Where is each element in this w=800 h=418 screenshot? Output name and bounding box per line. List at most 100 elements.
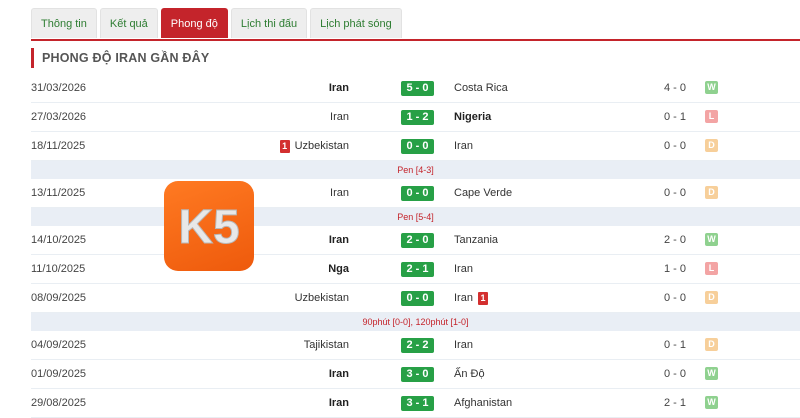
score-badge[interactable]: 2 - 2 bbox=[401, 338, 434, 353]
home-team-name[interactable]: Iran bbox=[329, 74, 349, 102]
red-card-badge: 1 bbox=[279, 139, 290, 153]
score-badge[interactable]: 5 - 0 bbox=[401, 81, 434, 96]
match-list: 31/03/2026 Iran 5 - 0 Costa Rica 4 - 0 W 27/03… bbox=[31, 74, 800, 418]
half-time-score: 0 - 1 bbox=[664, 111, 687, 123]
half-time-score: 0 - 0 bbox=[664, 368, 687, 380]
away-team[interactable]: Cape Verde bbox=[454, 179, 512, 207]
home-team[interactable]: Iran bbox=[329, 226, 349, 254]
tab-1[interactable]: Kết quả bbox=[99, 8, 158, 38]
half-time-score: 4 - 0 bbox=[664, 82, 687, 94]
tab-bar: Thông tin Kết quả Phong độ Lịch thi đấu Lịch… bbox=[31, 8, 402, 39]
away-team[interactable]: Nigeria bbox=[454, 103, 491, 131]
home-team[interactable]: Iran bbox=[329, 389, 349, 417]
section-title: PHONG ĐỘ IRAN GẦN ĐÂY bbox=[31, 48, 209, 68]
half-time-score: 2 - 0 bbox=[664, 234, 687, 246]
tab-3[interactable]: Lịch thi đấu bbox=[230, 8, 308, 38]
match-note: 90phút [0-0], 120phút [1-0] bbox=[31, 313, 800, 331]
tab-4[interactable]: Lịch phát sóng bbox=[310, 8, 402, 38]
match-date: 29/08/2025 bbox=[31, 397, 87, 409]
half-time-score: 0 - 0 bbox=[664, 187, 687, 199]
home-team[interactable]: 1 Uzbekistan bbox=[275, 132, 349, 160]
result-badge: D bbox=[705, 186, 718, 199]
home-team-name[interactable]: Uzbekistan bbox=[295, 284, 349, 312]
score-badge[interactable]: 2 - 1 bbox=[401, 262, 434, 277]
away-team-name[interactable]: Nigeria bbox=[454, 103, 491, 131]
result-badge: L bbox=[705, 110, 718, 123]
match-note: Pen [4-3] bbox=[31, 161, 800, 179]
away-team-name[interactable]: Iran bbox=[454, 132, 473, 160]
match-date: 27/03/2026 bbox=[31, 111, 87, 123]
away-team-name[interactable]: Afghanistan bbox=[454, 389, 512, 417]
home-team[interactable]: Nga bbox=[328, 255, 349, 283]
away-team[interactable]: Iran bbox=[454, 255, 473, 283]
match-row[interactable]: 31/03/2026 Iran 5 - 0 Costa Rica 4 - 0 W bbox=[31, 74, 800, 103]
k5-logo-text: K5 bbox=[178, 201, 239, 254]
away-team-name[interactable]: Ấn Độ bbox=[454, 360, 485, 388]
home-team[interactable]: Iran bbox=[329, 74, 349, 102]
result-badge: W bbox=[705, 233, 718, 246]
match-date: 11/10/2025 bbox=[31, 263, 86, 275]
home-team[interactable]: Uzbekistan bbox=[295, 284, 349, 312]
home-team-name[interactable]: Iran bbox=[330, 179, 349, 207]
away-team-name[interactable]: Iran bbox=[454, 331, 473, 359]
away-team-name[interactable]: Costa Rica bbox=[454, 74, 508, 102]
score-badge[interactable]: 3 - 1 bbox=[401, 396, 434, 411]
result-badge: D bbox=[705, 291, 718, 304]
match-row[interactable]: 08/09/2025 Uzbekistan 0 - 0 Iran 1 0 - 0 D bbox=[31, 284, 800, 313]
result-badge: D bbox=[705, 139, 718, 152]
home-team[interactable]: Iran bbox=[330, 103, 349, 131]
match-row[interactable]: 04/09/2025 Tajikistan 2 - 2 Iran 0 - 1 D bbox=[31, 331, 800, 360]
home-team-name[interactable]: Tajikistan bbox=[304, 331, 349, 359]
match-note: Pen [5-4] bbox=[31, 208, 800, 226]
away-team[interactable]: Ấn Độ bbox=[454, 360, 485, 388]
match-row[interactable]: 29/08/2025 Iran 3 - 1 Afghanistan 2 - 1 W bbox=[31, 389, 800, 418]
score-badge[interactable]: 1 - 2 bbox=[401, 110, 434, 125]
away-team[interactable]: Afghanistan bbox=[454, 389, 512, 417]
tab-underline bbox=[31, 39, 800, 41]
home-team[interactable]: Tajikistan bbox=[304, 331, 349, 359]
half-time-score: 1 - 0 bbox=[664, 263, 687, 275]
match-row[interactable]: 18/11/2025 1 Uzbekistan 0 - 0 Iran 0 - 0 D bbox=[31, 132, 800, 161]
result-badge: W bbox=[705, 396, 718, 409]
home-team-name[interactable]: Nga bbox=[328, 255, 349, 283]
away-team[interactable]: Iran bbox=[454, 132, 473, 160]
away-team-name[interactable]: Iran bbox=[454, 284, 473, 312]
match-date: 14/10/2025 bbox=[31, 234, 87, 246]
away-team-name[interactable]: Tanzania bbox=[454, 226, 498, 254]
score-badge[interactable]: 0 - 0 bbox=[401, 186, 434, 201]
home-team-name[interactable]: Iran bbox=[329, 360, 349, 388]
away-team-name[interactable]: Cape Verde bbox=[454, 179, 512, 207]
red-card-badge: 1 bbox=[477, 291, 488, 305]
away-team-name[interactable]: Iran bbox=[454, 255, 473, 283]
away-team[interactable]: Iran 1 bbox=[454, 284, 493, 312]
tab-2[interactable]: Phong độ bbox=[160, 8, 228, 38]
home-team-name[interactable]: Uzbekistan bbox=[295, 132, 349, 160]
home-team-name[interactable]: Iran bbox=[329, 226, 349, 254]
home-team[interactable]: Iran bbox=[330, 179, 349, 207]
away-team[interactable]: Costa Rica bbox=[454, 74, 508, 102]
score-badge[interactable]: 2 - 0 bbox=[401, 233, 434, 248]
match-date: 04/09/2025 bbox=[31, 339, 87, 351]
away-team[interactable]: Tanzania bbox=[454, 226, 498, 254]
home-team[interactable]: Iran bbox=[329, 360, 349, 388]
half-time-score: 0 - 0 bbox=[664, 292, 687, 304]
away-team[interactable]: Iran bbox=[454, 331, 473, 359]
result-badge: W bbox=[705, 81, 718, 94]
match-row[interactable]: 01/09/2025 Iran 3 - 0 Ấn Độ 0 - 0 W bbox=[31, 360, 800, 389]
home-team-name[interactable]: Iran bbox=[329, 389, 349, 417]
score-badge[interactable]: 3 - 0 bbox=[401, 367, 434, 382]
match-row[interactable]: 27/03/2026 Iran 1 - 2 Nigeria 0 - 1 L bbox=[31, 103, 800, 132]
match-date: 13/11/2025 bbox=[31, 187, 86, 199]
score-badge[interactable]: 0 - 0 bbox=[401, 139, 434, 154]
match-row[interactable]: 13/11/2025 Iran 0 - 0 Cape Verde 0 - 0 D bbox=[31, 179, 800, 208]
half-time-score: 0 - 1 bbox=[664, 339, 687, 351]
match-date: 08/09/2025 bbox=[31, 292, 87, 304]
k5-logo: K5 bbox=[164, 181, 254, 271]
match-row[interactable]: 14/10/2025 Iran 2 - 0 Tanzania 2 - 0 W bbox=[31, 226, 800, 255]
tab-0[interactable]: Thông tin bbox=[31, 8, 97, 38]
match-date: 01/09/2025 bbox=[31, 368, 87, 380]
result-badge: L bbox=[705, 262, 718, 275]
home-team-name[interactable]: Iran bbox=[330, 103, 349, 131]
score-badge[interactable]: 0 - 0 bbox=[401, 291, 434, 306]
match-row[interactable]: 11/10/2025 Nga 2 - 1 Iran 1 - 0 L bbox=[31, 255, 800, 284]
